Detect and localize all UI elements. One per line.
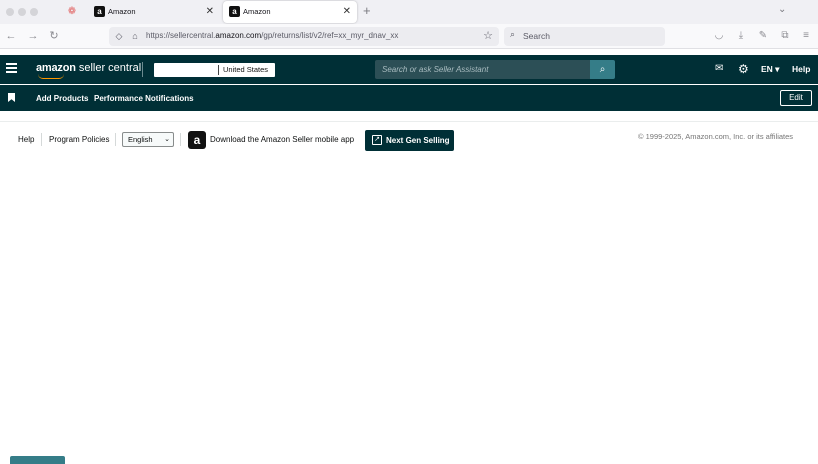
bookmark-icon[interactable] [8, 93, 15, 102]
language-selector[interactable]: EN ▾ [761, 64, 779, 75]
tab-title: Amazon [243, 7, 271, 16]
amazon-favicon-icon: a [94, 6, 105, 17]
reload-icon[interactable]: ↻ [47, 29, 61, 43]
help-link[interactable]: Help [792, 64, 810, 74]
footer-separator [41, 133, 42, 146]
next-gen-selling-button[interactable]: ↗ Next Gen Selling [365, 130, 454, 151]
window-zoom-control[interactable] [30, 8, 38, 16]
mail-icon[interactable]: ✉ [715, 63, 723, 75]
hamburger-menu-icon[interactable] [6, 63, 17, 76]
footer-language-select[interactable]: English ⌄ [122, 132, 174, 147]
extensions-icon[interactable]: ⧉ [778, 29, 792, 43]
pen-icon[interactable]: ✎ [756, 29, 770, 43]
lock-icon[interactable]: ⌂ [128, 29, 142, 43]
search-placeholder: Search [523, 31, 550, 41]
floating-feedback-button[interactable] [10, 456, 65, 464]
footer-help-link[interactable]: Help [18, 135, 34, 144]
browser-search-input[interactable]: ⌕ Search [504, 27, 665, 46]
edit-nav-button[interactable]: Edit [780, 90, 812, 106]
back-arrow-icon[interactable]: ← [4, 29, 18, 43]
pocket-icon[interactable]: ◡ [712, 29, 726, 43]
seller-central-header: amazon seller central United States Sear… [0, 55, 818, 84]
footer-separator [115, 133, 116, 146]
seller-assistant-search-input[interactable]: Search or ask Seller Assistant [375, 60, 590, 79]
amazon-favicon-icon: a [229, 6, 240, 17]
footer-divider [0, 121, 818, 122]
browser-tab-1[interactable]: a Amazon ✕ [88, 1, 220, 23]
gear-icon[interactable]: ⚙ [738, 63, 749, 75]
search-icon: ⌕ [510, 29, 516, 39]
tab-close-icon[interactable]: ✕ [343, 1, 351, 23]
browser-tab-2-active[interactable]: a Amazon ✕ [223, 1, 357, 23]
address-bar[interactable]: ◇ ⌂ https://sellercentral.amazon.com/gp/… [109, 27, 499, 46]
subnav-link-add-products[interactable]: Add Products [36, 94, 88, 103]
header-divider [142, 62, 143, 77]
account-switcher[interactable]: United States [154, 63, 275, 77]
seller-assistant-placeholder: Search or ask Seller Assistant [382, 65, 489, 74]
chevron-down-icon: ⌄ [164, 136, 170, 143]
pinned-tab-icon[interactable]: ❁ [64, 4, 80, 20]
browser-nav-bar: ← → ↻ ◇ ⌂ https://sellercentral.amazon.c… [0, 24, 818, 49]
amazon-seller-app-icon[interactable]: a [188, 131, 206, 149]
browser-tab-strip: ❁ a Amazon ✕ a Amazon ✕ + ⌄ [0, 0, 818, 24]
menu-icon[interactable]: ≡ [799, 29, 813, 43]
url-text: https://sellercentral.amazon.com/gp/retu… [146, 31, 399, 40]
external-link-icon: ↗ [372, 135, 382, 145]
subnav-link-performance-notifications[interactable]: Performance Notifications [94, 94, 194, 103]
footer-program-policies-link[interactable]: Program Policies [49, 135, 109, 144]
seller-central-logo[interactable]: amazon seller central [36, 62, 141, 79]
amazon-smile-icon [38, 74, 64, 79]
download-app-link[interactable]: Download the Amazon Seller mobile app [210, 135, 354, 144]
forward-arrow-icon[interactable]: → [26, 29, 40, 43]
account-switcher-divider [218, 65, 219, 75]
search-icon[interactable]: ⌕ [590, 60, 615, 79]
seller-central-subnav: Add Products Performance Notifications E… [0, 85, 818, 111]
tab-title: Amazon [108, 7, 136, 16]
marketplace-country: United States [223, 65, 269, 74]
window-minimize-control[interactable] [18, 8, 26, 16]
window-close-control[interactable] [6, 8, 14, 16]
shield-icon[interactable]: ◇ [112, 29, 126, 43]
copyright-text: © 1999-2025, Amazon.com, Inc. or its aff… [638, 132, 794, 141]
footer-separator [180, 133, 181, 146]
bookmark-star-icon[interactable]: ☆ [481, 29, 495, 43]
downloads-icon[interactable]: ⤓ [734, 29, 748, 43]
tab-close-icon[interactable]: ✕ [206, 1, 214, 23]
list-tabs-chevron-icon[interactable]: ⌄ [778, 4, 786, 15]
new-tab-icon[interactable]: + [363, 3, 371, 18]
